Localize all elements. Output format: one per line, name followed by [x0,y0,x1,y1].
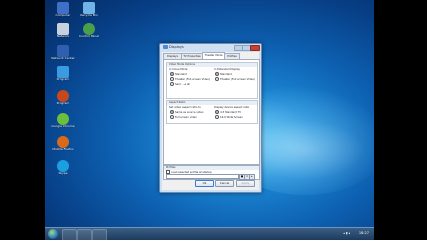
aspect-left-label: Set video aspect ratio to [169,106,201,109]
aspect-option-16-9[interactable]: 16:9 Wide Screen [215,115,243,119]
option-label: Standard [175,73,187,76]
start-button[interactable] [48,229,58,239]
skype-icon [57,160,69,172]
desktop-icon-label: Mozilla Firefox [52,148,74,151]
radio-selected [215,110,219,114]
aspect-right-label: Display device aspect ratio [214,106,250,109]
option-label: 16:9 Wide Screen [220,116,243,119]
theater-mode-panel: Video Mode Options In Clone Mode Standar… [163,59,260,165]
network-center-icon [57,45,69,57]
load-profile-icon[interactable]: ▸ [249,174,255,180]
taskbar-displays-button[interactable] [92,229,107,240]
radio [215,115,219,119]
recycle-bin-icon [83,2,95,14]
program-icon [57,90,69,102]
title-bar[interactable]: Displays [160,44,261,51]
extended-option-standard[interactable]: Standard [215,72,232,76]
desktop-icon-skype[interactable]: Skype [48,160,78,176]
option-label: Same as source video [175,111,204,114]
desktop-icon-label: Control Panel [79,35,99,38]
desktop-icon-label: Network Center [51,57,75,60]
radio-selected [170,110,174,114]
desktop-icon-program-2[interactable]: Program [48,90,78,106]
tab-theater-mode[interactable]: Theater Mode [202,52,225,59]
taskbar-media-button[interactable] [77,229,92,240]
aspect-option-4-3[interactable]: 4:3 Standard TV [215,110,241,114]
desktop-icon-network-center[interactable]: Network Center [48,45,78,61]
option-label: Theater (Full screen Video) [220,78,255,81]
radio [170,115,174,119]
ok-button[interactable]: Ok [195,180,214,187]
apply-button[interactable]: Apply [236,180,255,187]
radio [170,82,174,86]
radio-selected [215,72,219,76]
dialog-body: Displays TV Properties Theater Mode Prof… [162,52,260,190]
close-button[interactable] [250,45,260,51]
cancel-button[interactable]: Cancel [215,180,234,187]
aspect-option-same-source[interactable]: Same as source video [170,110,203,114]
video-mode-header: Video Mode Options [167,63,257,67]
aspect-ratio-header: Aspect Ratio [167,101,257,105]
network-icon [57,23,69,35]
desktop-icon-chrome[interactable]: Google Chrome [48,113,78,129]
profiles-group: Profiles Load selected profile at startu… [163,165,260,180]
clone-option-standard[interactable]: Standard [170,72,187,76]
displays-dialog: Displays Displays TV Properties Theater … [159,43,262,193]
desktop-icon-recycle-bin[interactable]: Recycle Bin [74,2,104,18]
computer-icon [57,2,69,14]
radio-selected [170,72,174,76]
aspect-ratio-group: Aspect Ratio Set video aspect ratio to S… [166,100,258,124]
system-tray-icons[interactable]: ▴ ▮ ◂ [343,231,350,235]
desktop-icon-label: Program [56,78,70,81]
aspect-option-full-screen[interactable]: Full screen video [170,115,197,119]
control-panel-icon [83,23,95,35]
desktop-icon-label: Program [56,102,70,105]
desktop: Computer Recycle Bin Network Control Pan… [45,0,374,240]
clock: 18:27 [358,231,369,235]
option-label: Standard [220,73,232,76]
extended-label: In Extended Display [214,68,240,71]
desktop-icon-firefox[interactable]: Mozilla Firefox [48,136,78,152]
firefox-icon [57,136,69,148]
radio [215,77,219,81]
profile-select[interactable] [166,174,239,179]
desktop-icon-label: Recycle Bin [80,14,98,17]
desktop-icon-program-1[interactable]: Program [48,66,78,82]
extended-option-theater[interactable]: Theater (Full screen Video) [215,77,255,81]
desktop-icon-control-panel[interactable]: Control Panel [74,23,104,39]
taskbar-explorer-button[interactable] [62,229,77,240]
taskbar: ▴ ▮ ◂ 18:27 [45,227,374,240]
program-icon [57,66,69,78]
option-label: 4:3 Standard TV [220,111,241,114]
radio [170,77,174,81]
option-label: Full screen video [175,116,197,119]
clone-mode-label: In Clone Mode [169,68,188,71]
clone-option-theater[interactable]: Theater (Full screen Video) [170,77,210,81]
desktop-icon-label: Google Chrome [51,125,75,128]
display-app-icon [163,45,168,49]
desktop-icon-label: Skype [58,172,68,175]
chrome-icon [57,113,69,125]
window-title: Displays [169,45,184,49]
wallpaper-highlight [245,120,365,180]
